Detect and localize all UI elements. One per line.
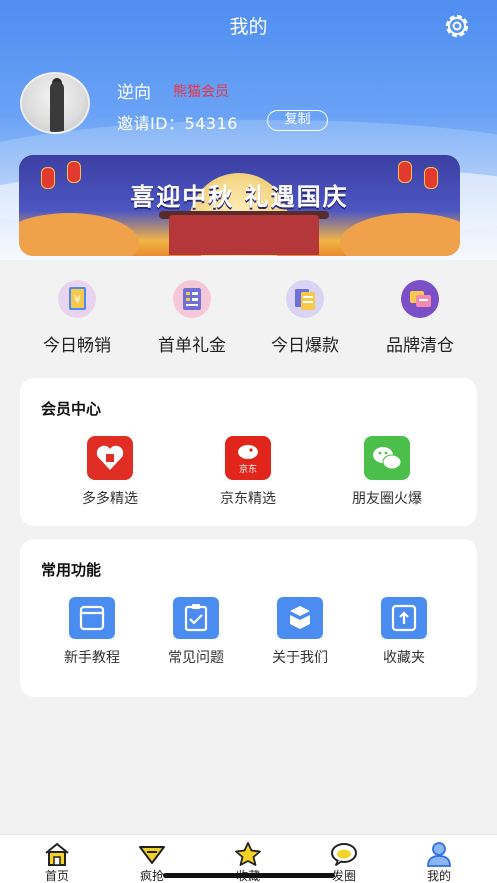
function-item-faq[interactable]: 常见问题 bbox=[151, 597, 241, 667]
function-item-about[interactable]: 关于我们 bbox=[255, 597, 345, 667]
documents-icon bbox=[286, 280, 324, 318]
box-icon bbox=[277, 597, 323, 639]
tab-home[interactable]: 首页 bbox=[27, 841, 87, 883]
member-item-duoduo[interactable]: 多多精选 bbox=[65, 436, 155, 508]
function-item-label: 常见问题 bbox=[168, 650, 224, 666]
section-title: 常用功能 bbox=[41, 561, 102, 579]
function-item-label: 关于我们 bbox=[272, 650, 328, 666]
cloud-graphic bbox=[340, 213, 460, 256]
wechat-icon bbox=[364, 436, 410, 480]
function-item-favorites[interactable]: 收藏夹 bbox=[359, 597, 449, 667]
function-item-tutorial[interactable]: 新手教程 bbox=[47, 597, 137, 667]
section-title: 会员中心 bbox=[41, 400, 102, 418]
star-icon bbox=[218, 841, 278, 867]
quick-link-brand-clearance[interactable]: 品牌清仓 bbox=[365, 280, 475, 356]
user-icon bbox=[409, 841, 469, 867]
member-item-moments[interactable]: 朋友圈火爆 bbox=[342, 436, 432, 508]
invite-id: 邀请ID：54316 bbox=[117, 114, 238, 133]
tag-icon bbox=[122, 841, 182, 867]
username: 逆向 bbox=[117, 83, 151, 103]
chat-cards-icon bbox=[401, 280, 439, 318]
list-card-icon bbox=[173, 280, 211, 318]
chat-bubble-icon bbox=[314, 841, 374, 867]
tab-mine[interactable]: 我的 bbox=[409, 841, 469, 883]
member-level-badge: 熊猫会员 bbox=[173, 84, 229, 100]
tab-label: 我的 bbox=[426, 869, 451, 883]
home-icon bbox=[27, 841, 87, 867]
tab-label: 首页 bbox=[44, 869, 69, 883]
notebook-yen-icon: ¥ bbox=[58, 280, 96, 318]
quick-link-label: 品牌清仓 bbox=[386, 336, 454, 356]
quick-link-first-order-gift[interactable]: 首单礼金 bbox=[137, 280, 247, 356]
quick-link-label: 今日爆款 bbox=[271, 336, 339, 356]
function-item-label: 新手教程 bbox=[64, 650, 120, 666]
jd-icon: 京东 bbox=[225, 436, 271, 480]
avatar[interactable] bbox=[20, 72, 90, 134]
member-item-label: 朋友圈火爆 bbox=[352, 491, 422, 507]
gear-icon[interactable] bbox=[443, 12, 471, 40]
quick-link-label: 今日畅销 bbox=[43, 336, 111, 356]
member-item-label: 多多精选 bbox=[82, 491, 138, 507]
quick-links: ¥ 今日畅销 首单礼金 今日爆款 品牌清仓 bbox=[0, 280, 497, 360]
promo-banner[interactable]: 喜迎中秋 礼遇国庆 bbox=[19, 155, 460, 256]
cloud-graphic bbox=[19, 213, 139, 256]
page-title: 我的 bbox=[229, 16, 268, 38]
copy-button[interactable]: 复制 bbox=[267, 110, 328, 131]
member-item-label: 京东精选 bbox=[220, 491, 276, 507]
pinduoduo-icon bbox=[87, 436, 133, 480]
member-item-jd[interactable]: 京东 京东精选 bbox=[203, 436, 293, 508]
palace-graphic bbox=[169, 215, 319, 255]
function-item-label: 收藏夹 bbox=[383, 650, 425, 666]
common-functions-card: 常用功能 新手教程 常见问题 关于我们 收藏夹 bbox=[20, 539, 477, 697]
svg-text:京东: 京东 bbox=[239, 463, 257, 475]
upload-box-icon bbox=[381, 597, 427, 639]
member-center-card: 会员中心 多多精选 京东 京东精选 朋友圈火爆 bbox=[20, 378, 477, 526]
quick-link-today-bestseller[interactable]: ¥ 今日畅销 bbox=[22, 280, 132, 356]
avatar-figure-body bbox=[50, 82, 64, 132]
banner-text: 喜迎中秋 礼遇国庆 bbox=[130, 183, 349, 211]
clipboard-check-icon bbox=[173, 597, 219, 639]
quick-link-today-hot[interactable]: 今日爆款 bbox=[250, 280, 360, 356]
quick-link-label: 首单礼金 bbox=[158, 336, 226, 356]
window-icon bbox=[69, 597, 115, 639]
home-indicator bbox=[163, 873, 335, 878]
svg-text:¥: ¥ bbox=[74, 293, 81, 306]
